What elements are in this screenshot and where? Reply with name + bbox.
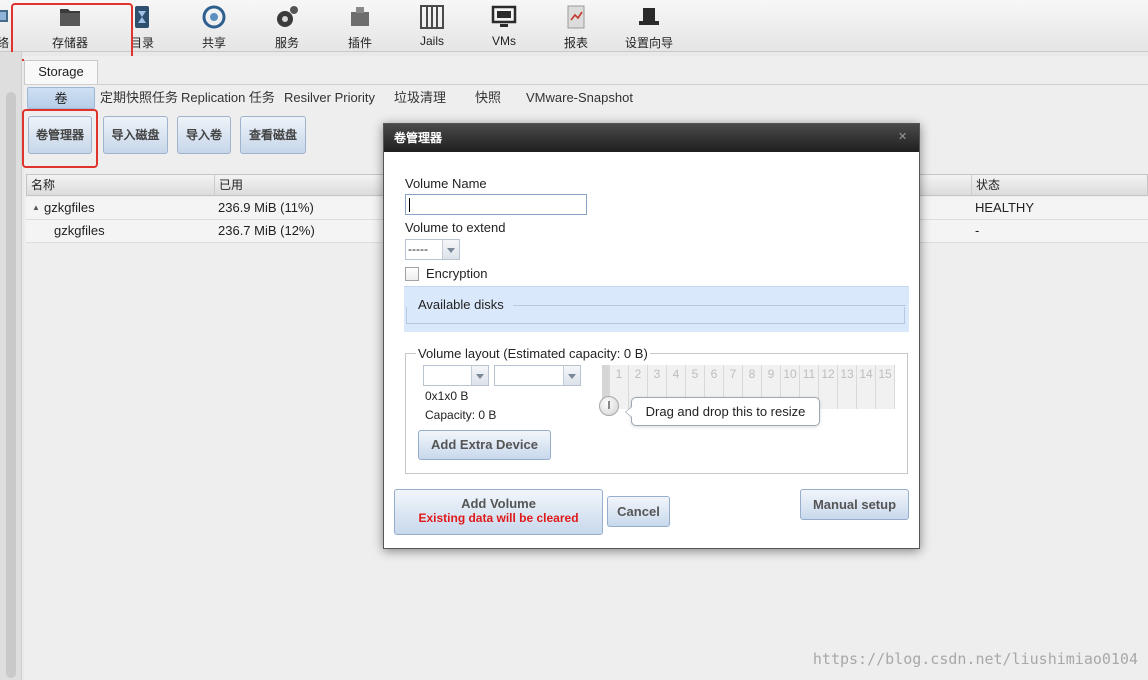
column-header-used[interactable]: 已用: [215, 175, 385, 195]
top-toolbar: 络 存储器 目录 共享 服务 插件 Jails VMs 报表 设置向导: [0, 0, 1148, 61]
row-used: 236.7 MiB (12%): [218, 223, 315, 238]
toolbar-label: 插件: [347, 36, 372, 50]
add-volume-warning: Existing data will be cleared: [418, 511, 579, 525]
toolbar-directory[interactable]: 目录: [112, 4, 172, 50]
wizard-hat-icon: [639, 8, 659, 25]
volume-name-label: Volume Name: [405, 176, 487, 191]
row-used: 236.9 MiB (11%): [218, 200, 314, 215]
jails-icon: [420, 5, 444, 29]
expand-triangle-icon[interactable]: ▲: [32, 197, 40, 219]
toolbar-label: 目录: [129, 36, 154, 50]
toolbar-storage[interactable]: 存储器: [40, 4, 100, 50]
toolbar-sharing[interactable]: 共享: [184, 4, 244, 50]
close-icon[interactable]: ✕: [898, 132, 909, 143]
toolbar-jails[interactable]: Jails: [402, 4, 462, 50]
toolbar-label: 报表: [563, 36, 588, 50]
add-volume-label: Add Volume: [461, 496, 536, 511]
chevron-down-icon[interactable]: [442, 240, 459, 259]
directory-icon: [135, 6, 149, 28]
sharing-icon: [202, 5, 226, 29]
subtab-volumes[interactable]: 卷: [27, 87, 95, 109]
dialog-title[interactable]: 卷管理器: [384, 124, 919, 152]
view-disks-button[interactable]: 查看磁盘: [240, 116, 306, 154]
encryption-checkbox[interactable]: [405, 267, 419, 281]
reports-icon: [567, 5, 585, 29]
select-value: -----: [408, 242, 428, 256]
toolbar-wizard[interactable]: 设置向导: [619, 4, 679, 50]
toolbar-network[interactable]: 络: [0, 4, 14, 50]
toolbar-label: 络: [0, 36, 10, 50]
toolbar-label: VMs: [492, 34, 516, 48]
available-disks-box: [406, 307, 905, 324]
resize-tooltip: Drag and drop this to resize: [625, 397, 820, 426]
disk-slot: 15: [876, 365, 895, 409]
volume-layout-legend: Volume layout (Estimated capacity: 0 B): [416, 346, 650, 361]
toolbar-services[interactable]: 服务: [257, 4, 317, 50]
text-cursor: [409, 198, 410, 212]
vms-monitor-icon: [491, 5, 517, 27]
toolbar-label: 设置向导: [624, 36, 673, 50]
layout-type-select[interactable]: [423, 365, 489, 386]
volume-manager-dialog: 卷管理器 ✕ Volume Name Volume to extend ----…: [383, 123, 920, 549]
encryption-label: Encryption: [426, 266, 488, 281]
volume-name-input[interactable]: [405, 194, 587, 215]
volume-to-extend-select[interactable]: -----: [405, 239, 460, 260]
row-status: -: [975, 223, 980, 238]
row-status: HEALTHY: [975, 200, 1034, 215]
layout-size-select[interactable]: [494, 365, 581, 386]
chevron-down-icon[interactable]: [471, 366, 488, 385]
disk-slot: 13: [838, 365, 857, 409]
import-volume-button[interactable]: 导入卷: [177, 116, 231, 154]
volume-to-extend-label: Volume to extend: [405, 220, 506, 235]
row-name: gzkgfiles: [54, 223, 105, 238]
subtab-snapshots[interactable]: 快照: [475, 87, 501, 109]
row-name: gzkgfiles: [44, 200, 95, 215]
subtab-replication[interactable]: Replication 任务: [181, 87, 275, 109]
manual-setup-button[interactable]: Manual setup: [800, 489, 909, 520]
subtab-row: 卷 定期快照任务 Replication 任务 Resilver Priorit…: [24, 84, 1148, 110]
available-disks-panel: Available disks: [404, 286, 909, 332]
toolbar-reports[interactable]: 报表: [546, 4, 606, 50]
subtab-vmware-snapshot[interactable]: VMware-Snapshot: [526, 87, 633, 109]
subtab-scrubs[interactable]: 垃圾清理: [394, 87, 446, 109]
chevron-down-icon[interactable]: [563, 366, 580, 385]
subtab-resilver-priority[interactable]: Resilver Priority: [284, 87, 375, 109]
toolbar-label: Jails: [419, 34, 444, 48]
network-icon: [0, 10, 8, 22]
add-extra-device-button[interactable]: Add Extra Device: [418, 430, 551, 460]
volume-layout-fieldset: Volume layout (Estimated capacity: 0 B) …: [405, 346, 908, 474]
tab-storage[interactable]: Storage: [24, 60, 98, 84]
toolbar-label: 共享: [201, 36, 226, 50]
add-volume-button[interactable]: Add Volume Existing data will be cleared: [394, 489, 603, 535]
watermark: https://blog.csdn.net/liushimiao0104: [812, 650, 1138, 668]
vertical-scrollbar[interactable]: [6, 92, 16, 678]
disk-slot: 14: [857, 365, 876, 409]
plugins-icon: [351, 7, 369, 26]
subtab-periodic-snapshots[interactable]: 定期快照任务: [100, 87, 178, 109]
disk-slot: 12: [819, 365, 838, 409]
column-header-name[interactable]: 名称: [27, 175, 215, 195]
column-header-status[interactable]: 状态: [971, 175, 1147, 195]
import-disk-button[interactable]: 导入磁盘: [103, 116, 168, 154]
layout-dimensions: 0x1x0 B: [425, 389, 469, 403]
cancel-button[interactable]: Cancel: [607, 496, 670, 527]
toolbar-vms[interactable]: VMs: [474, 4, 534, 50]
services-gear-icon: [277, 6, 298, 27]
capacity-text: Capacity: 0 B: [425, 408, 497, 422]
available-disks-divider: [513, 305, 906, 306]
toolbar-label: 服务: [274, 36, 299, 50]
storage-folder-icon: [60, 9, 80, 26]
resize-handle[interactable]: [599, 396, 619, 416]
toolbar-label: 存储器: [51, 36, 88, 50]
toolbar-plugins[interactable]: 插件: [330, 4, 390, 50]
volume-manager-button[interactable]: 卷管理器: [28, 116, 92, 154]
